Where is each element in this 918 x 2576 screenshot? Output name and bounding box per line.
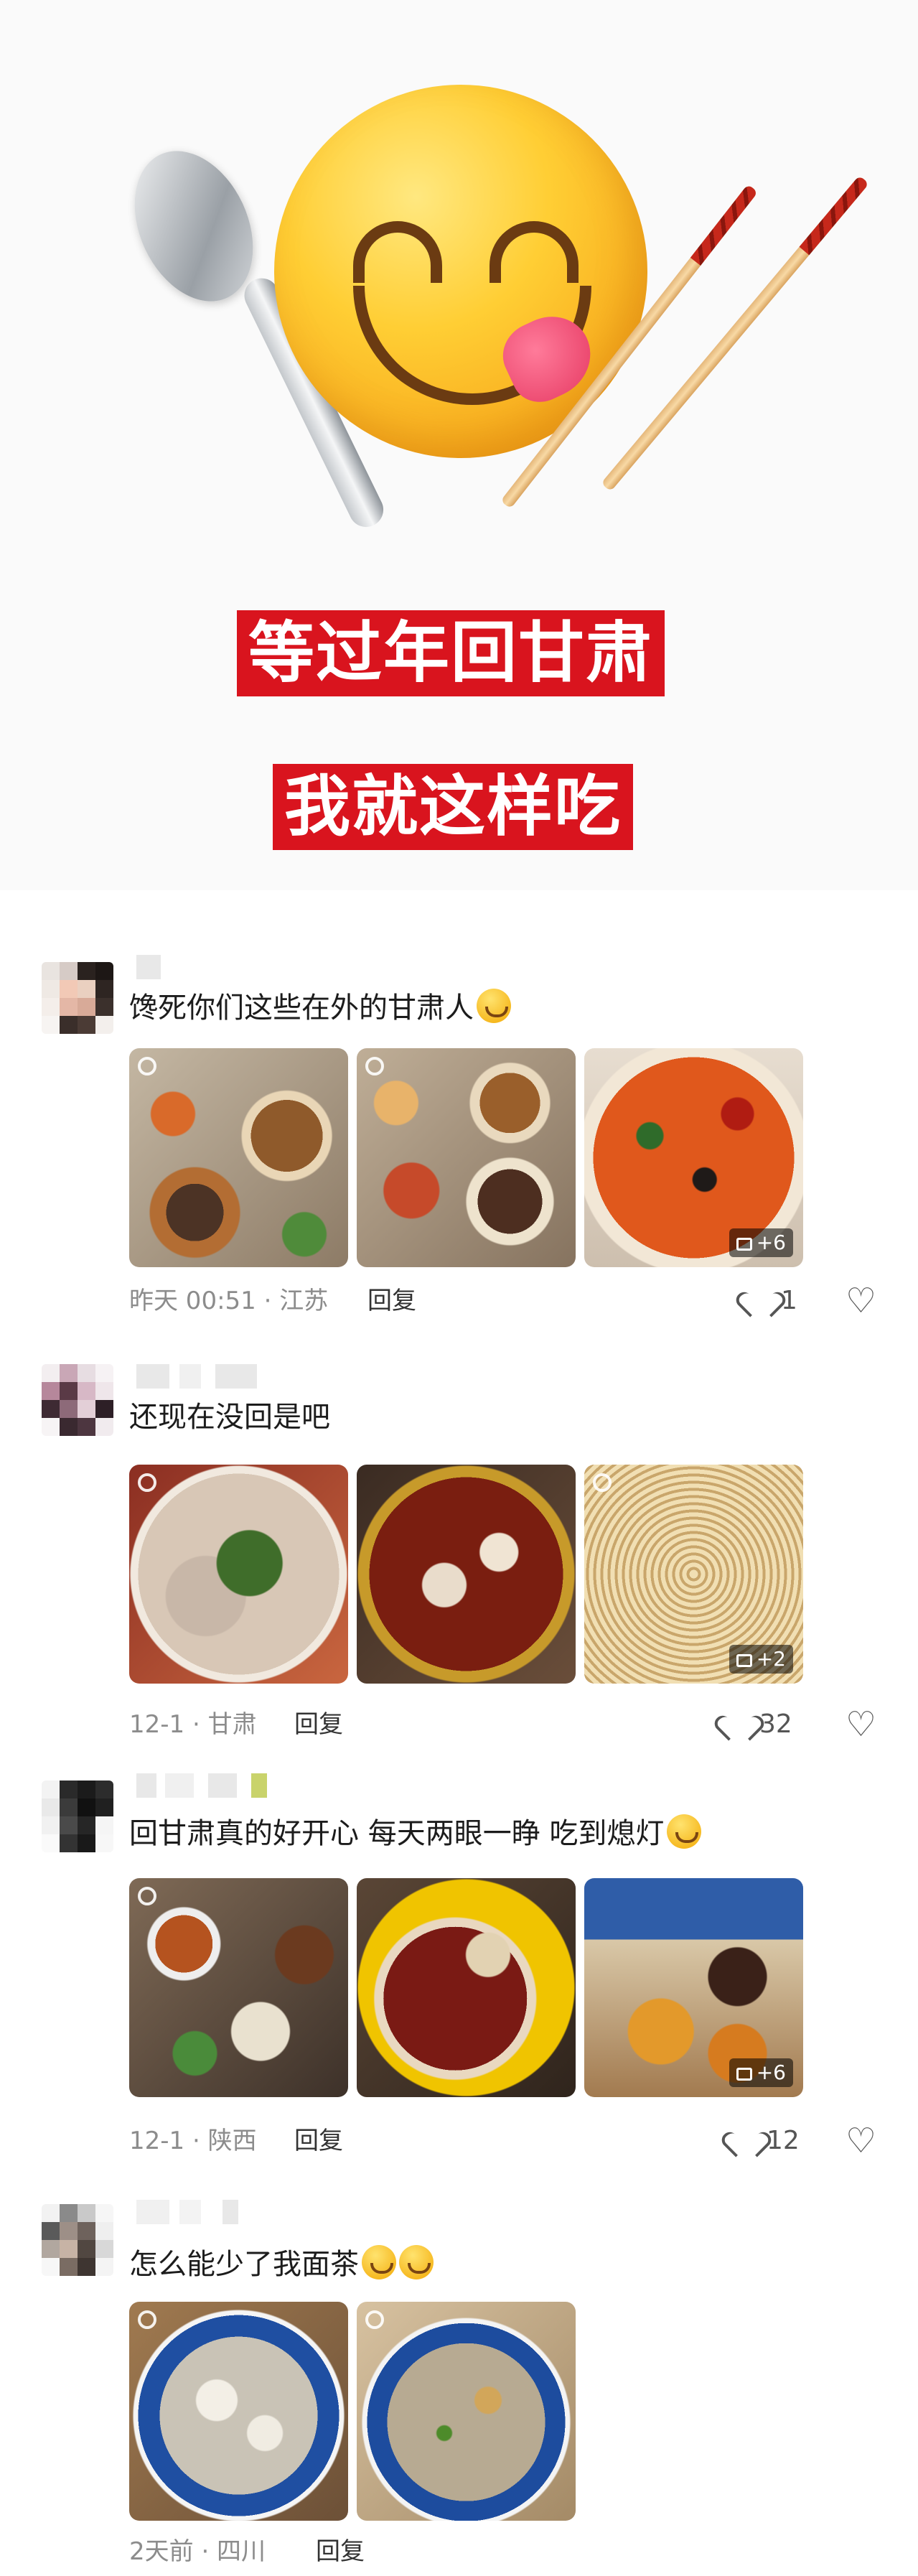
smiling-emoji-icon (667, 1814, 702, 1849)
food-photo[interactable] (357, 1878, 576, 2097)
more-images-badge[interactable]: +2 (729, 1645, 793, 1674)
like-button[interactable]: 32 (725, 1707, 792, 1742)
comment-text: 怎么能少了我面茶 (129, 2244, 434, 2285)
broken-heart-icon[interactable] (846, 1281, 877, 1321)
food-photo[interactable] (129, 1048, 348, 1267)
gallery-icon (736, 2068, 752, 2081)
live-photo-icon (138, 1887, 156, 1905)
heart-icon (732, 2126, 761, 2152)
avatar[interactable] (42, 2204, 113, 2276)
comment-meta: 12-1 · 陕西 (129, 2127, 257, 2155)
more-images-badge[interactable]: +6 (729, 1228, 793, 1257)
reply-button[interactable]: 回复 (316, 2534, 365, 2569)
comment-text: 馋死你们这些在外的甘肃人 (129, 988, 511, 1028)
live-photo-icon (365, 2310, 384, 2329)
food-photo[interactable] (357, 1465, 576, 1684)
food-photo[interactable] (129, 1465, 348, 1684)
food-photo[interactable] (357, 2302, 576, 2521)
live-photo-icon (138, 2310, 156, 2329)
broken-heart-icon[interactable] (846, 2121, 877, 2161)
title-banner-1: 等过年回甘肃 (237, 610, 665, 696)
gallery-icon (736, 1238, 752, 1251)
like-button[interactable]: 1 (746, 1284, 797, 1318)
food-photo[interactable]: +6 (584, 1048, 803, 1267)
gallery-icon (736, 1654, 752, 1667)
comment-meta: 12-1 · 甘肃 (129, 1710, 257, 1739)
like-count: 32 (759, 1709, 792, 1739)
reply-button[interactable]: 回复 (294, 2124, 343, 2158)
comment-meta: 2天前 · 四川 (129, 2537, 266, 2566)
reply-button[interactable]: 回复 (294, 1707, 343, 1742)
avatar[interactable] (42, 1781, 113, 1852)
broken-heart-icon[interactable] (846, 1704, 877, 1745)
live-photo-icon (365, 1057, 384, 1075)
food-photo[interactable] (129, 1878, 348, 2097)
more-images-badge[interactable]: +6 (729, 2058, 793, 2087)
live-photo-icon (593, 1473, 612, 1492)
comment-meta: 昨天 00:51 · 江苏 (129, 1287, 329, 1315)
like-button[interactable]: 12 (732, 2124, 800, 2158)
title-banner-2: 我就这样吃 (273, 764, 634, 850)
live-photo-icon (138, 1473, 156, 1492)
thinking-emoji-icon (362, 2245, 396, 2279)
like-count: 12 (767, 2126, 800, 2155)
hero-image: 等过年回甘肃 我就这样吃 (0, 0, 918, 890)
heart-icon (746, 1286, 775, 1312)
reply-button[interactable]: 回复 (367, 1284, 416, 1318)
heart-icon (725, 1709, 754, 1735)
avatar[interactable] (42, 962, 113, 1034)
frowning-emoji-icon (399, 2245, 434, 2279)
tongue-out-emoji-icon (477, 989, 511, 1023)
avatar[interactable] (42, 1364, 113, 1436)
food-photo[interactable]: +2 (584, 1465, 803, 1684)
food-photo[interactable]: +6 (584, 1878, 803, 2097)
live-photo-icon (138, 1057, 156, 1075)
food-photo[interactable] (357, 1048, 576, 1267)
comment-text: 回甘肃真的好开心 每天两眼一睁 吃到熄灯 (129, 1814, 702, 1854)
food-photo[interactable] (129, 2302, 348, 2521)
comment-text: 还现在没回是吧 (129, 1401, 330, 1434)
